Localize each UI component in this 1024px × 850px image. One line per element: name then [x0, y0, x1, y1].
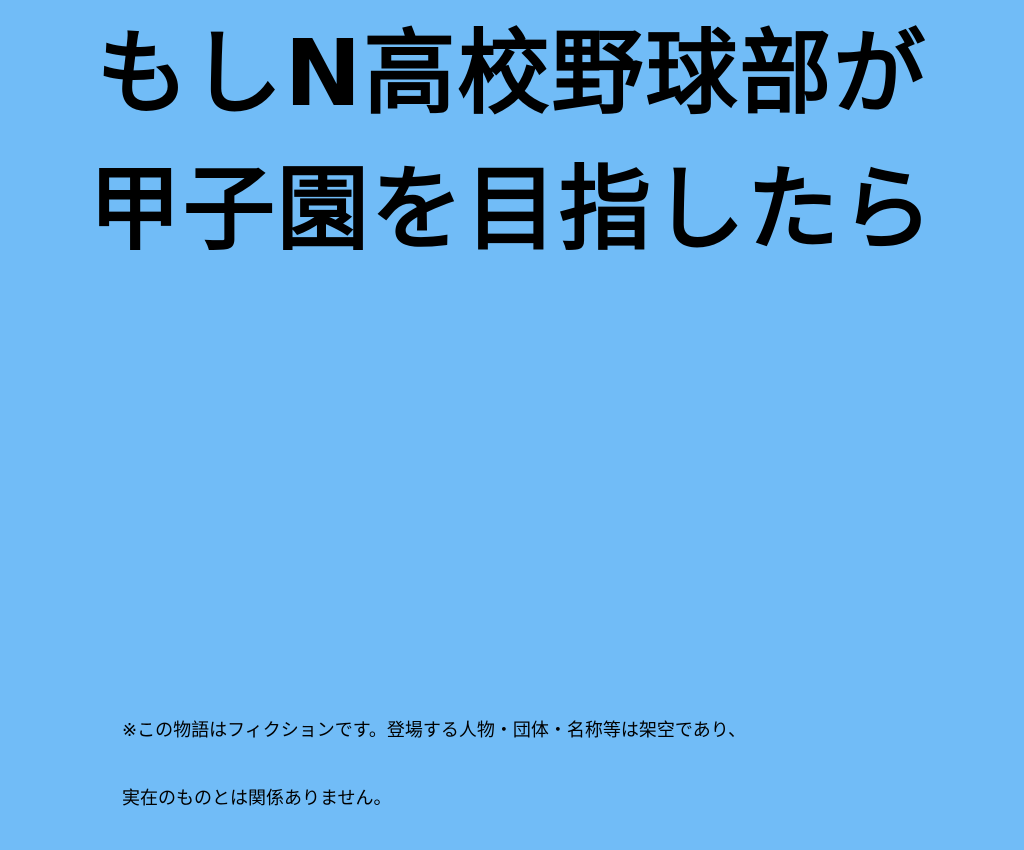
- title-line-2: 甲子園を目指したら: [88, 156, 935, 263]
- disclaimer-line-2: 実在のものとは関係ありません。: [122, 788, 392, 809]
- disclaimer-text: ※この物語はフィクションです。登場する人物・団体・名称等は架空であり、 実在のも…: [122, 680, 902, 850]
- slide-title: もしN高校野球部が 甲子園を目指したら: [0, 28, 1024, 284]
- title-line-1: もしN高校野球部が: [96, 20, 928, 127]
- disclaimer-line-1: ※この物語はフィクションです。登場する人物・団体・名称等は架空であり、: [122, 720, 747, 741]
